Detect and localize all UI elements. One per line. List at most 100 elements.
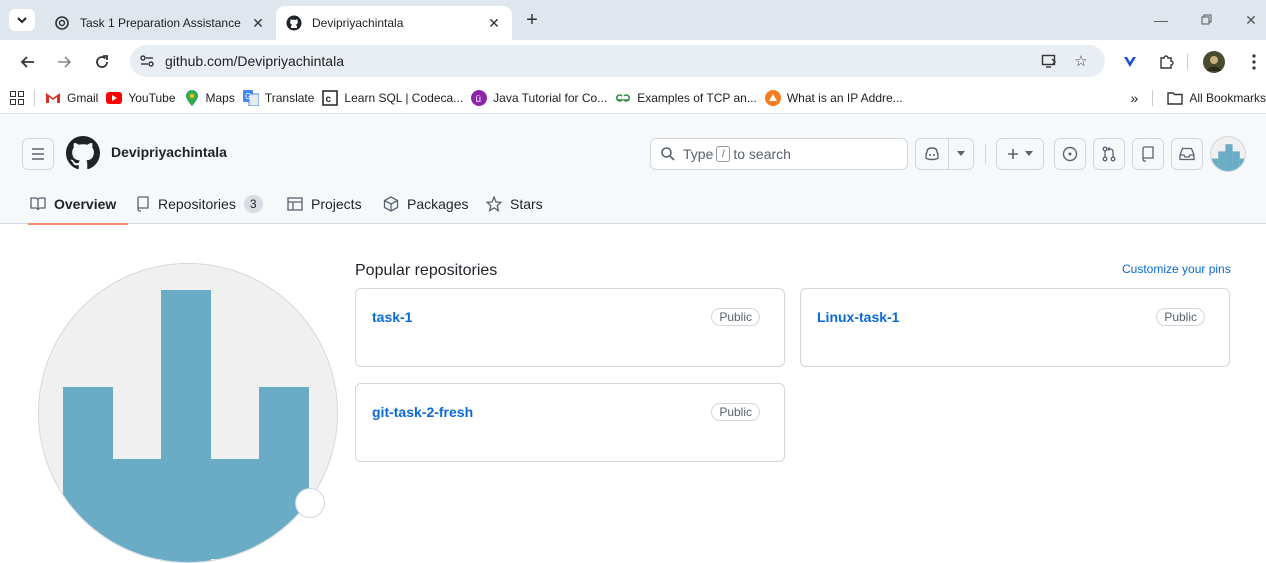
tab-search-button[interactable] <box>9 9 35 31</box>
reload-button[interactable] <box>88 48 116 76</box>
customize-pins-link[interactable]: Customize your pins <box>1122 262 1231 276</box>
repo-link[interactable]: task-1 <box>372 309 412 325</box>
all-bookmarks-button[interactable]: All Bookmarks <box>1163 86 1266 110</box>
tab-label: Packages <box>407 196 469 212</box>
vpn-extension-icon[interactable] <box>1116 48 1144 76</box>
close-window-button[interactable]: ✕ <box>1236 8 1266 32</box>
site-info-icon[interactable] <box>139 53 155 69</box>
bookmark-label: Gmail <box>67 91 99 105</box>
bookmark-maps[interactable]: Maps <box>180 86 239 110</box>
bookmark-divider <box>1152 90 1154 106</box>
popular-repositories-heading: Popular repositories <box>355 262 498 279</box>
bookmarks-bar: Gmail YouTube Maps G Translate c Learn S… <box>0 83 1266 114</box>
profile-avatar-large[interactable] <box>38 263 338 563</box>
copilot-menu-button[interactable] <box>949 139 973 169</box>
copilot-chat-button[interactable] <box>916 139 949 169</box>
hamburger-icon <box>32 148 44 160</box>
tab-title: Devipriyachintala <box>312 16 404 30</box>
back-button[interactable] <box>14 48 42 76</box>
bookmark-label: YouTube <box>128 91 176 105</box>
search-prefix: Type <box>683 146 714 162</box>
pull-requests-button[interactable] <box>1093 138 1125 170</box>
tab-overview[interactable]: Overview <box>27 184 129 225</box>
tab-packages[interactable]: Packages <box>383 184 468 224</box>
search-icon <box>661 147 675 161</box>
bookmark-label: Learn SQL | Codeca... <box>344 91 464 105</box>
search-input[interactable]: Type / to search <box>650 138 908 170</box>
tab-label: Repositories <box>158 196 236 212</box>
triangle-down-icon <box>957 151 965 156</box>
copilot-icon <box>925 147 939 161</box>
chevron-down-icon <box>17 17 27 24</box>
browser-tab-strip: Task 1 Preparation Assistance ✕ Devipriy… <box>0 0 1266 40</box>
inbox-button[interactable] <box>1171 138 1203 170</box>
svg-text:G: G <box>245 92 251 101</box>
issues-button[interactable] <box>1054 138 1086 170</box>
profile-avatar[interactable] <box>1200 48 1228 76</box>
new-tab-button[interactable]: + <box>520 9 544 31</box>
bookmark-divider <box>34 90 35 106</box>
install-app-icon[interactable] <box>1035 45 1063 77</box>
tab-github-profile[interactable]: Devipriyachintala ✕ <box>276 6 512 40</box>
translate-icon: G <box>242 90 259 106</box>
repo-card: git-task-2-fresh Public <box>355 383 785 462</box>
close-icon[interactable]: ✕ <box>250 15 266 31</box>
user-avatar[interactable] <box>1210 136 1246 172</box>
tab-stars[interactable]: Stars <box>486 184 543 224</box>
repo-link[interactable]: Linux-task-1 <box>817 309 899 325</box>
repositories-counter: 3 <box>243 195 263 213</box>
bookmark-youtube[interactable]: YouTube <box>102 86 179 110</box>
star-icon <box>486 196 502 212</box>
forward-button[interactable] <box>50 48 78 76</box>
visibility-label: Public <box>711 403 760 421</box>
repo-icon <box>1142 146 1154 162</box>
java-tutorial-icon: ü <box>471 90 488 106</box>
more-bookmarks-button[interactable]: » <box>1127 86 1143 110</box>
create-new-button[interactable] <box>996 138 1044 170</box>
tab-projects[interactable]: Projects <box>287 184 362 224</box>
openai-icon <box>55 16 69 30</box>
profile-username-link[interactable]: Devipriyachintala <box>111 144 227 160</box>
set-status-button[interactable] <box>295 488 325 518</box>
repo-link[interactable]: git-task-2-fresh <box>372 404 473 420</box>
bookmark-label: Maps <box>205 91 235 105</box>
bookmark-translate[interactable]: G Translate <box>239 86 319 110</box>
bookmark-codecademy[interactable]: c Learn SQL | Codeca... <box>318 86 467 110</box>
repositories-button[interactable] <box>1132 138 1164 170</box>
minimize-button[interactable]: — <box>1146 8 1176 32</box>
svg-text:c: c <box>326 94 332 105</box>
close-icon[interactable]: ✕ <box>486 15 502 31</box>
github-header: Devipriyachintala Type / to search Overv… <box>0 114 1266 225</box>
tab-task-1[interactable]: Task 1 Preparation Assistance ✕ <box>44 6 276 40</box>
github-logo-icon[interactable] <box>66 136 100 170</box>
repo-icon <box>136 196 150 212</box>
toolbar-divider <box>1187 54 1188 70</box>
all-bookmarks-label: All Bookmarks <box>1189 91 1266 105</box>
address-bar[interactable]: github.com/Devipriyachintala ☆ <box>130 45 1105 77</box>
tab-title: Task 1 Preparation Assistance <box>80 16 241 30</box>
visibility-label: Public <box>1156 308 1205 326</box>
restore-icon <box>1201 14 1212 25</box>
restore-button[interactable] <box>1192 8 1222 32</box>
browser-toolbar: github.com/Devipriyachintala ☆ <box>0 40 1266 83</box>
copilot-button-group <box>915 138 974 170</box>
inbox-icon <box>1179 147 1195 161</box>
tab-repositories[interactable]: Repositories 3 <box>136 184 263 224</box>
issue-opened-icon <box>1062 146 1078 162</box>
tab-label: Overview <box>54 196 117 212</box>
bookmark-ip-address[interactable]: What is an IP Addre... <box>761 86 907 110</box>
maps-icon <box>184 90 200 106</box>
bookmark-star-icon[interactable]: ☆ <box>1067 45 1095 77</box>
browser-menu-icon[interactable] <box>1240 48 1266 76</box>
apps-button[interactable] <box>0 86 28 110</box>
extensions-puzzle-icon[interactable] <box>1152 48 1180 76</box>
folder-icon <box>1167 90 1184 106</box>
bookmark-label: Examples of TCP an... <box>637 91 757 105</box>
open-global-nav-button[interactable] <box>22 138 54 170</box>
tab-label: Projects <box>311 196 362 212</box>
bookmark-java-tutorial[interactable]: ü Java Tutorial for Co... <box>467 86 611 110</box>
identicon-small <box>1211 137 1245 171</box>
bookmark-gmail[interactable]: Gmail <box>41 86 102 110</box>
arrow-left-icon <box>20 56 34 68</box>
bookmark-geeksforgeeks[interactable]: Examples of TCP an... <box>611 86 761 110</box>
